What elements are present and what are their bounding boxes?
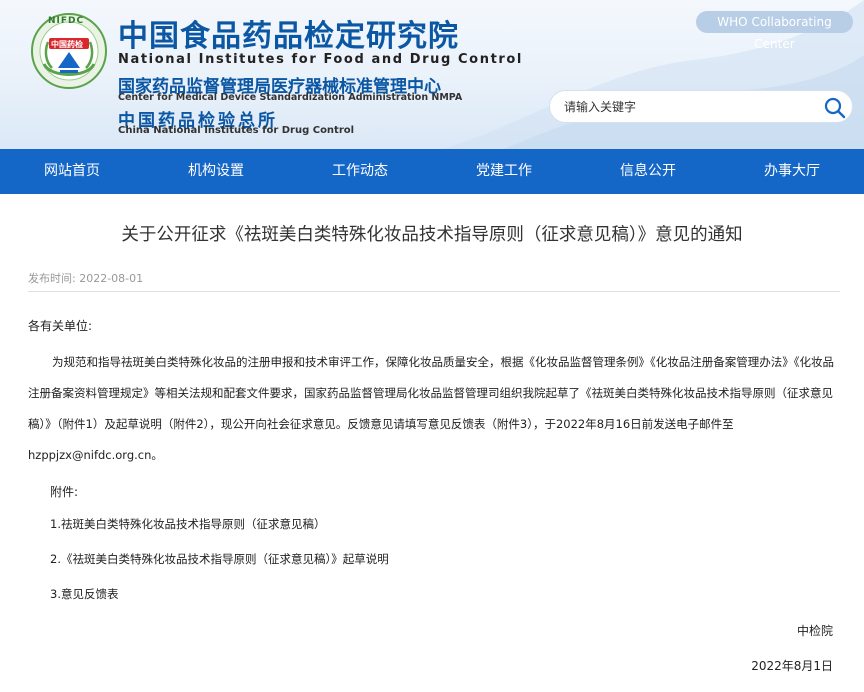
nav-item-organization[interactable]: 机构设置 xyxy=(144,149,288,194)
search-input[interactable] xyxy=(564,97,814,117)
attachment-link-1[interactable]: 1.祛斑美白类特殊化妆品技术指导原则（征求意见稿） xyxy=(50,516,325,532)
site-subtitle-en-1: Center for Medical Device Standardizatio… xyxy=(118,92,463,103)
search-icon[interactable] xyxy=(823,96,847,120)
publish-date: 发布时间: 2022-08-01 xyxy=(28,272,144,285)
nav-item-home[interactable]: 网站首页 xyxy=(0,149,144,194)
nav-item-service-hall[interactable]: 办事大厅 xyxy=(720,149,864,194)
nav-item-party-building[interactable]: 党建工作 xyxy=(432,149,576,194)
site-title-en: National Institutes for Food and Drug Co… xyxy=(118,52,523,67)
site-subtitle-en-2: China National Institutes for Drug Contr… xyxy=(118,125,355,136)
site-title-cn[interactable]: 中国食品药品检定研究院 xyxy=(118,19,459,55)
site-header: NIFDC 中国药检 中国食品药品检定研究院 National Institut… xyxy=(0,0,864,149)
signature-organization: 中检院 xyxy=(796,624,833,638)
attachments-label: 附件: xyxy=(50,485,79,499)
salutation: 各有关单位: xyxy=(28,319,93,333)
main-nav: 网站首页 机构设置 工作动态 党建工作 信息公开 办事大厅 xyxy=(0,149,864,194)
logo-badge-text: 中国药检 xyxy=(51,40,83,49)
title-divider xyxy=(28,291,840,292)
nav-item-information-disclosure[interactable]: 信息公开 xyxy=(576,149,720,194)
article-body-paragraph: 为规范和指导祛斑美白类特殊化妆品的注册申报和技术审评工作，保障化妆品质量安全，根… xyxy=(28,355,834,462)
search-box xyxy=(549,90,853,123)
article-title: 关于公开征求《祛斑美白类特殊化妆品技术指导原则（征求意见稿）》意见的通知 xyxy=(121,225,743,245)
attachment-link-3[interactable]: 3.意见反馈表 xyxy=(50,586,118,602)
attachment-link-2[interactable]: 2.《祛斑美白类特殊化妆品技术指导原则（征求意见稿）》起草说明 xyxy=(50,551,389,567)
signature-date: 2022年8月1日 xyxy=(751,659,833,673)
who-collaborating-center-badge[interactable]: WHO Collaborating Center xyxy=(696,11,853,51)
nav-item-news[interactable]: 工作动态 xyxy=(288,149,432,194)
logo-text-top: NIFDC xyxy=(48,16,85,26)
